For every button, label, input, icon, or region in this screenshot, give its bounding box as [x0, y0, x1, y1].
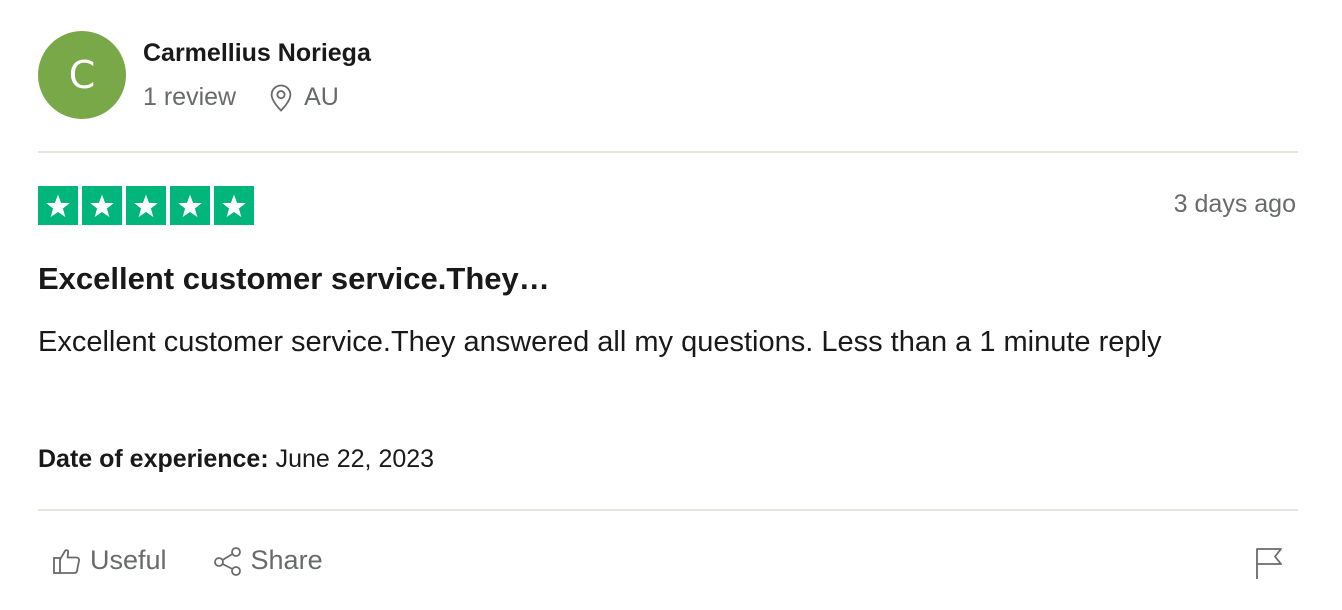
- useful-button[interactable]: Useful: [52, 545, 167, 576]
- location-pin-icon: [270, 84, 292, 112]
- flag-icon: [1256, 548, 1282, 579]
- star-rating: [38, 186, 254, 225]
- star-3: [126, 186, 166, 225]
- share-button[interactable]: Share: [213, 545, 323, 576]
- share-label: Share: [250, 545, 323, 575]
- review-date-posted: 3 days ago: [1173, 190, 1296, 218]
- review-actions: Useful Share: [52, 545, 369, 576]
- review-title[interactable]: Excellent customer service.They…: [38, 261, 550, 297]
- review-card: C Carmellius Noriega 1 review AU 3 days …: [38, 0, 1298, 610]
- review-count: 1 review: [143, 83, 237, 111]
- star-icon: [178, 194, 202, 217]
- consumer-name[interactable]: Carmellius Noriega: [143, 39, 371, 68]
- star-icon: [222, 194, 246, 217]
- star-4: [170, 186, 210, 225]
- star-icon: [46, 194, 70, 217]
- star-1: [38, 186, 78, 225]
- share-icon: [213, 546, 241, 576]
- useful-label: Useful: [90, 545, 167, 575]
- experience-date: June 22, 2023: [275, 445, 435, 473]
- consumer-header: C Carmellius Noriega 1 review AU: [38, 31, 1298, 121]
- avatar-initial: C: [68, 53, 96, 97]
- divider: [38, 151, 1298, 153]
- consumer-meta: 1 review AU: [143, 83, 339, 112]
- consumer-location: AU: [270, 83, 339, 112]
- divider: [38, 509, 1298, 511]
- experience-label: Date of experience:: [38, 445, 269, 473]
- thumbs-up-icon: [53, 548, 80, 574]
- review-body: Excellent customer service.They answered…: [38, 326, 1162, 358]
- date-of-experience: Date of experience: June 22, 2023: [38, 445, 434, 474]
- country-code: AU: [304, 83, 339, 111]
- star-icon: [90, 194, 114, 217]
- star-5: [214, 186, 254, 225]
- star-icon: [134, 194, 158, 217]
- report-button[interactable]: [1254, 546, 1284, 585]
- star-2: [82, 186, 122, 225]
- avatar[interactable]: C: [38, 31, 126, 119]
